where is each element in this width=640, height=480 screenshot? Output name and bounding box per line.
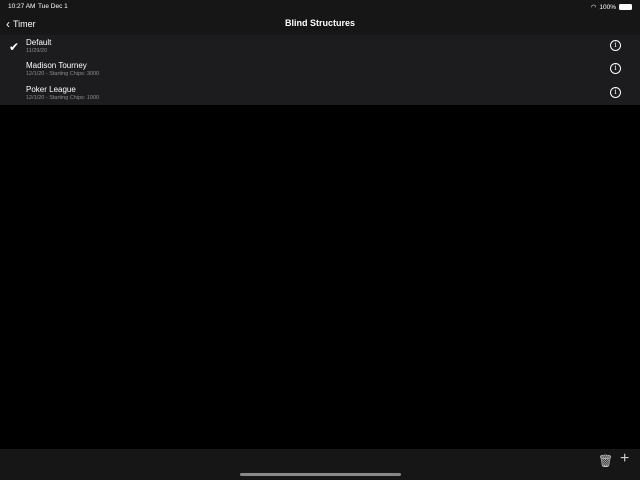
status-date: Tue Dec 1 (38, 3, 68, 10)
status-time: 10:27 AM (8, 3, 36, 10)
list-item[interactable]: Madison Tourney 12/1/20 - Starting Chips… (0, 58, 640, 81)
battery-icon (619, 4, 632, 10)
info-icon[interactable]: i (610, 86, 621, 98)
item-name: Default (26, 38, 52, 47)
list-item[interactable]: ✔ Default 11/29/20 i (0, 35, 640, 58)
checkmark-icon: ✔ (9, 40, 20, 54)
battery-percent: 100% (599, 3, 616, 11)
trash-icon[interactable]: 🗑 (598, 454, 613, 468)
info-icon[interactable]: i (610, 40, 621, 51)
wifi-icon: ◠ (590, 4, 597, 11)
page-title: Blind Structures (284, 18, 355, 28)
item-name: Poker League (26, 84, 76, 94)
structure-list: ✔ Default 11/29/20 i Madison Tourney 12/… (0, 35, 640, 105)
item-subtitle: 11/29/20 (26, 48, 48, 54)
status-battery: ◠ 100% (591, 3, 632, 11)
list-item[interactable]: Poker League 12/1/20 - Starting Chips: 1… (0, 82, 640, 105)
item-subtitle: 12/1/20 - Starting Chips: 3000 (26, 71, 100, 78)
home-indicator (240, 473, 401, 476)
info-icon[interactable]: i (610, 63, 621, 75)
top-bar: 10:27 AM Tue Dec 1 ◠ 100% ‹ Timer Blind St… (0, 0, 640, 35)
plus-icon[interactable]: + (620, 450, 629, 468)
bottom-toolbar: 🗑 + (0, 449, 640, 480)
item-subtitle: 12/1/20 - Starting Chips: 1000 (26, 94, 100, 101)
item-name: Madison Tourney (26, 61, 87, 71)
